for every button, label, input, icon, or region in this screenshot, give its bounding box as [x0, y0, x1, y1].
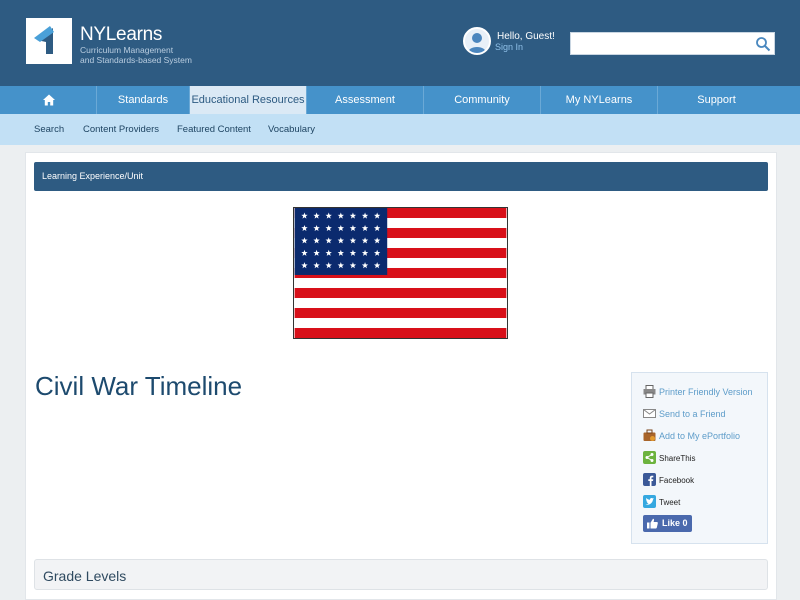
nav-standards[interactable]: Standards [97, 86, 190, 114]
send-to-friend-label: Send to a Friend [659, 409, 726, 419]
nav-home[interactable] [0, 86, 97, 114]
main-nav: Standards Educational Resources Assessme… [0, 86, 800, 114]
nav-support[interactable]: Support [658, 86, 775, 114]
sharethis-label: ShareThis [659, 454, 696, 463]
subnav-vocabulary[interactable]: Vocabulary [268, 114, 315, 145]
resource-type-label: Learning Experience/Unit [42, 171, 144, 181]
printer-icon [643, 385, 656, 398]
printer-friendly-label: Printer Friendly Version [659, 387, 753, 397]
grade-levels-section[interactable]: Grade Levels [34, 559, 768, 590]
search-box [570, 32, 775, 55]
brand-subtitle: Curriculum Management and Standards-base… [80, 45, 220, 65]
search-icon[interactable] [755, 36, 771, 52]
search-input[interactable] [571, 33, 751, 54]
nav-educational-resources[interactable]: Educational Resources [190, 86, 307, 114]
avatar[interactable] [463, 27, 491, 55]
nylearns-logo[interactable] [26, 18, 72, 64]
user-icon [468, 33, 486, 53]
facebook-icon [643, 473, 656, 486]
content-panel: Learning Experience/Unit Civil War Timel… [25, 152, 777, 600]
sign-in-link[interactable]: Sign In [495, 42, 523, 52]
greeting-text: Hello, Guest! [497, 31, 555, 42]
brand-subtitle-line2: and Standards-based System [80, 55, 192, 65]
brand-subtitle-line1: Curriculum Management [80, 45, 174, 55]
nav-my-nylearns[interactable]: My NYLearns [541, 86, 658, 114]
sharethis-icon [643, 451, 656, 464]
page-title: Civil War Timeline [35, 371, 243, 401]
subnav-featured-content[interactable]: Featured Content [177, 114, 251, 145]
nav-community[interactable]: Community [424, 86, 541, 114]
brand-title[interactable]: NYLearns [80, 24, 162, 46]
add-to-portfolio-label: Add to My ePortfolio [659, 431, 741, 441]
us-flag-image [293, 207, 508, 339]
home-icon [43, 94, 55, 106]
subnav-content-providers[interactable]: Content Providers [83, 114, 159, 145]
share-panel: Printer Friendly Version Send to a Frien… [631, 372, 768, 544]
sub-nav: Search Content Providers Featured Conten… [0, 114, 800, 145]
logo-arrow-icon [34, 26, 54, 54]
resource-type-bar: Learning Experience/Unit [34, 162, 768, 191]
like-count-label: Like 0 [662, 518, 688, 528]
portfolio-icon [643, 429, 656, 441]
site-header: NYLearns Curriculum Management and Stand… [0, 0, 800, 86]
envelope-icon [643, 409, 656, 418]
facebook-like-button[interactable]: Like 0 [643, 515, 692, 532]
grade-levels-heading: Grade Levels [43, 568, 127, 584]
facebook-label: Facebook [659, 476, 695, 485]
thumbs-up-icon [647, 518, 658, 529]
nav-assessment[interactable]: Assessment [307, 86, 424, 114]
tweet-label: Tweet [659, 498, 681, 507]
twitter-icon [643, 495, 656, 508]
subnav-search[interactable]: Search [34, 114, 64, 145]
